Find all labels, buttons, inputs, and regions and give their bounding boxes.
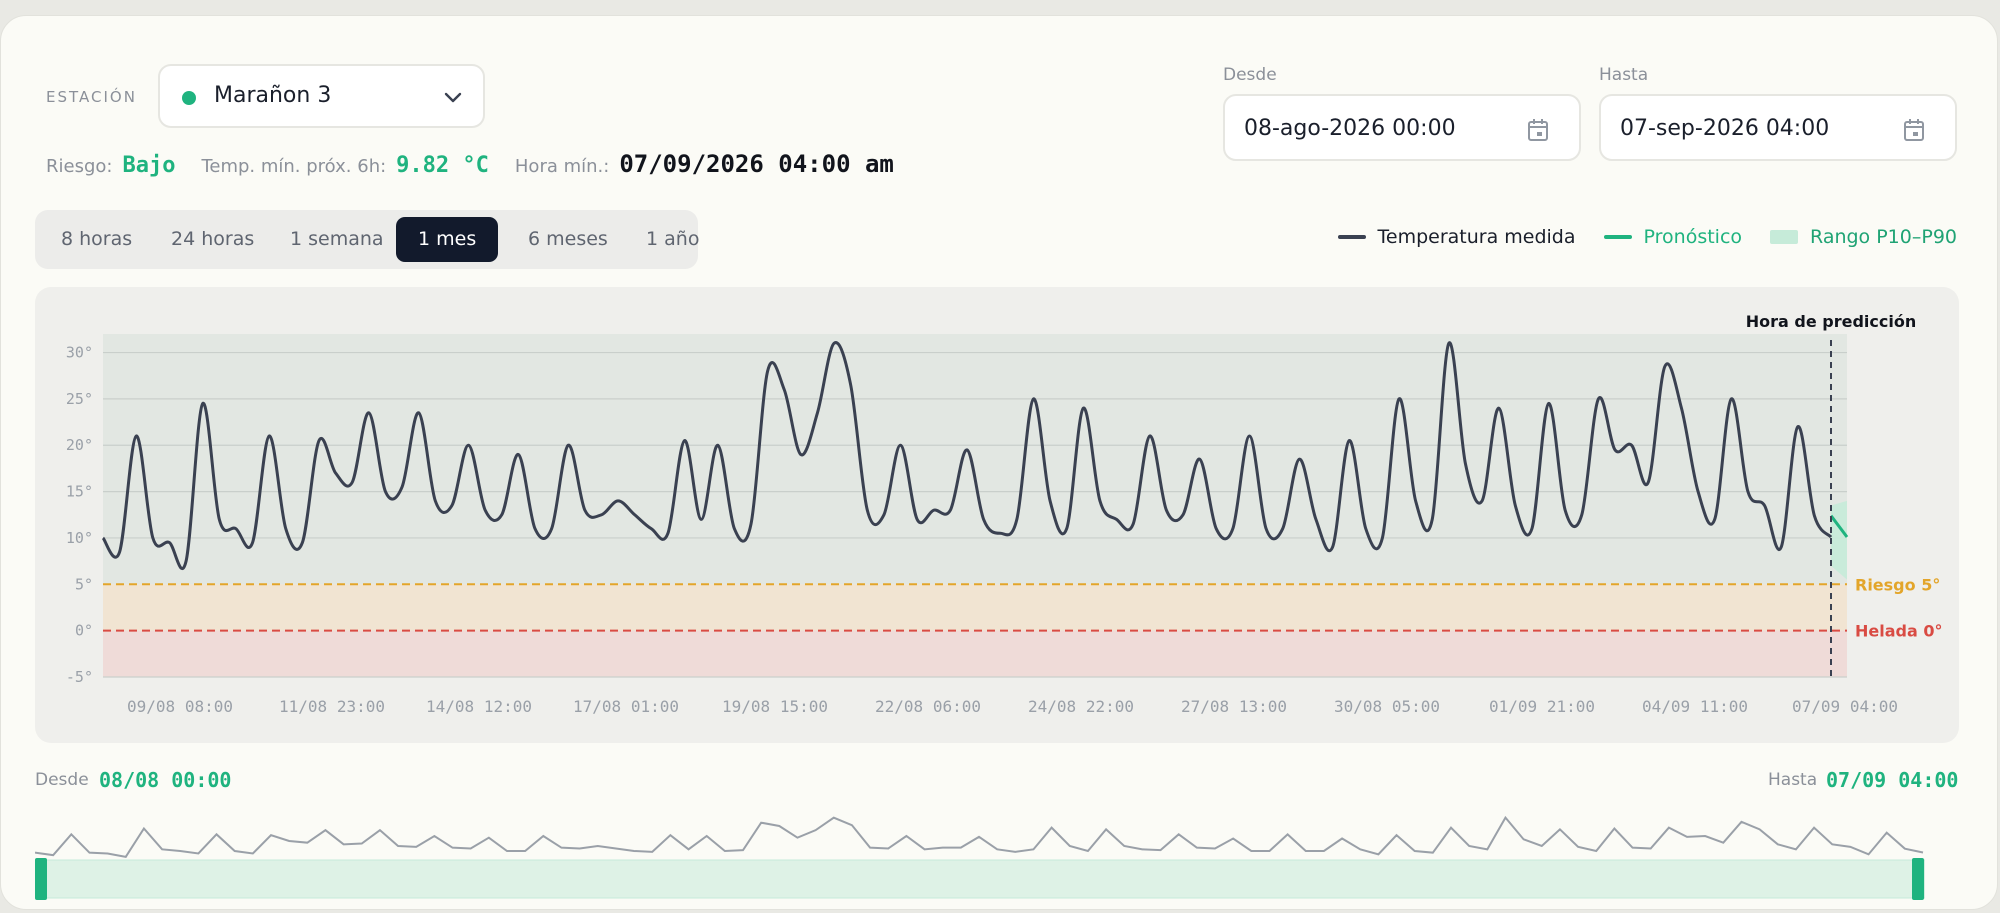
x-tick-label: 17/08 01:00 — [573, 697, 679, 716]
y-tick-label: 25° — [66, 390, 93, 408]
min-temp-label: Temp. mín. próx. 6h: — [201, 156, 387, 177]
nav-to-label: Hasta — [1768, 770, 1818, 790]
y-tick-label: 30° — [66, 344, 93, 362]
station-status-dot — [182, 91, 196, 105]
to-date-value: 07-sep-2026 04:00 — [1620, 116, 1830, 141]
chart-legend: Temperatura medida Pronóstico Rango P10–… — [1337, 226, 1957, 248]
min-hour-label: Hora mín.: — [514, 156, 610, 177]
calendar-icon[interactable] — [1903, 118, 1925, 146]
x-tick-label: 19/08 15:00 — [722, 697, 828, 716]
frost-zone — [103, 630, 1847, 677]
tab-8-horas[interactable]: 8 horas — [39, 217, 154, 262]
risk-zone — [103, 584, 1847, 631]
y-tick-label: 5° — [75, 575, 93, 593]
from-date-value: 08-ago-2026 00:00 — [1244, 116, 1456, 141]
legend-measured: Temperatura medida — [1337, 226, 1576, 248]
dashboard-card: ESTACIÓN Marañon 3 Riesgo: Bajo Temp. mí… — [0, 15, 1998, 910]
navigator-handle-right[interactable] — [1912, 858, 1924, 900]
to-date-field[interactable]: 07-sep-2026 04:00 — [1599, 94, 1957, 161]
x-tick-label: 22/08 06:00 — [875, 697, 981, 716]
tab-6-meses[interactable]: 6 meses — [506, 217, 630, 262]
station-label: ESTACIÓN — [46, 88, 137, 106]
x-tick-label: 24/08 22:00 — [1028, 697, 1134, 716]
nav-to-value: 07/09 04:00 — [1826, 768, 1959, 792]
navigator-mini-line — [35, 815, 1924, 858]
tab-1-ano[interactable]: 1 año — [624, 217, 721, 262]
nav-from-value: 08/08 00:00 — [99, 768, 232, 792]
to-date-label: Hasta — [1599, 65, 1649, 85]
min-temp-value: 9.82 °C — [396, 153, 489, 178]
risk-threshold-label: Riesgo 5° — [1855, 575, 1940, 594]
y-tick-label: 20° — [66, 436, 93, 454]
x-tick-label: 09/08 08:00 — [127, 697, 233, 716]
station-select[interactable]: Marañon 3 — [158, 64, 485, 128]
y-tick-label: -5° — [66, 668, 93, 686]
safe-zone — [103, 334, 1847, 585]
x-tick-label: 01/09 21:00 — [1489, 697, 1595, 716]
y-tick-label: 0° — [75, 622, 93, 640]
from-date-field[interactable]: 08-ago-2026 00:00 — [1223, 94, 1581, 161]
x-tick-label: 14/08 12:00 — [426, 697, 532, 716]
min-hour-value: 07/09/2026 04:00 am — [619, 150, 894, 178]
nav-from-label: Desde — [35, 770, 89, 790]
x-tick-label: 11/08 23:00 — [279, 697, 385, 716]
time-range-tabs: 8 horas 24 horas 1 semana 1 mes 6 meses … — [35, 210, 699, 269]
y-tick-label: 15° — [66, 483, 93, 501]
station-info-row: Riesgo: Bajo Temp. mín. próx. 6h: 9.82 °… — [46, 150, 894, 182]
chart-panel: 30° 25° 20° 15° 10° 5° 0° -5° Riesgo 5° Helada 0°… — [35, 287, 1959, 743]
risk-label: Riesgo: — [46, 156, 113, 177]
calendar-icon[interactable] — [1527, 118, 1549, 146]
station-name: Marañon 3 — [214, 83, 332, 108]
chevron-down-icon — [443, 90, 463, 109]
x-tick-label: 07/09 04:00 — [1792, 697, 1898, 716]
risk-value: Bajo — [122, 153, 176, 178]
legend-forecast-swatch — [1603, 235, 1632, 239]
navigator-handle-left[interactable] — [35, 858, 47, 900]
x-tick-label: 04/09 11:00 — [1642, 697, 1748, 716]
tab-24-horas[interactable]: 24 horas — [149, 217, 276, 262]
legend-range: Rango P10–P90 — [1770, 226, 1957, 248]
legend-range-swatch — [1770, 230, 1799, 244]
legend-range-label: Rango P10–P90 — [1810, 226, 1957, 248]
tab-1-mes[interactable]: 1 mes — [396, 217, 499, 262]
legend-measured-swatch — [1337, 235, 1366, 239]
prediction-marker-label: Hora de predicción — [1746, 312, 1916, 331]
y-tick-label: 10° — [66, 529, 93, 547]
x-tick-label: 30/08 05:00 — [1334, 697, 1440, 716]
legend-forecast: Pronóstico — [1603, 226, 1743, 248]
navigator-selected-range — [35, 859, 1925, 899]
tab-1-semana[interactable]: 1 semana — [268, 217, 406, 262]
from-date-label: Desde — [1223, 65, 1277, 85]
x-tick-label: 27/08 13:00 — [1181, 697, 1287, 716]
legend-forecast-label: Pronóstico — [1643, 226, 1743, 248]
range-navigator[interactable] — [35, 796, 1925, 908]
legend-measured-label: Temperatura medida — [1377, 226, 1576, 248]
frost-threshold-label: Helada 0° — [1855, 622, 1942, 641]
temperature-chart: 30° 25° 20° 15° 10° 5° 0° -5° Riesgo 5° Helada 0°… — [66, 312, 1943, 716]
